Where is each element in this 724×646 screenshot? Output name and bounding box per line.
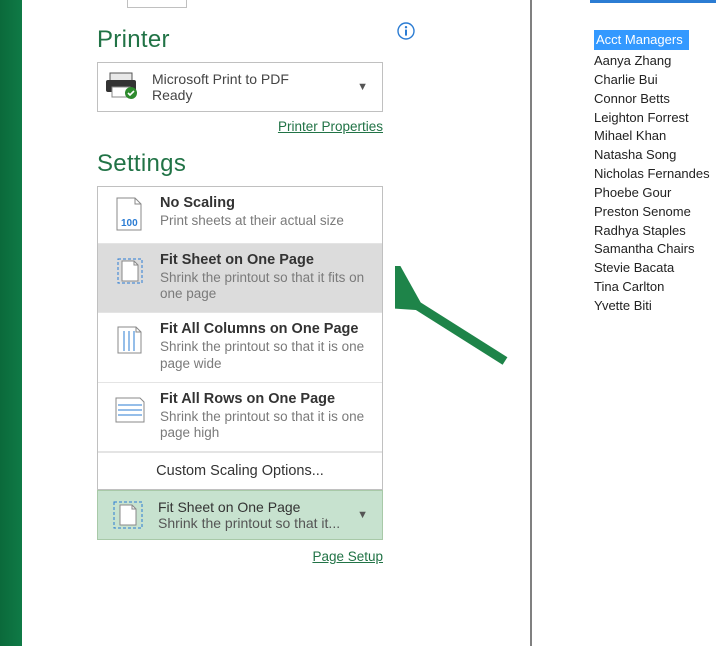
list-item: Yvette Biti [594, 297, 724, 316]
list-item: Preston Senome [594, 203, 724, 222]
info-icon[interactable] [397, 22, 415, 40]
name-list: Aanya ZhangCharlie BuiConnor BettsLeight… [594, 52, 724, 316]
printer-status: Ready [152, 87, 351, 103]
list-item: Leighton Forrest [594, 109, 724, 128]
printer-icon [106, 71, 142, 103]
scaling-option-fit-rows[interactable]: Fit All Rows on One Page Shrink the prin… [98, 383, 382, 452]
option-title: Fit All Columns on One Page [160, 321, 372, 337]
scaling-selected[interactable]: Fit Sheet on One Page Shrink the printou… [97, 490, 383, 540]
option-title: Fit Sheet on One Page [160, 252, 372, 268]
scaling-option-no-scaling[interactable]: 100 No Scaling Print sheets at their act… [98, 187, 382, 244]
scaling-dropdown-list: 100 No Scaling Print sheets at their act… [97, 186, 383, 490]
selected-title: Fit Sheet on One Page [158, 499, 340, 515]
printer-name-block: Microsoft Print to PDF Ready [152, 71, 351, 103]
page-100-icon: 100 [110, 195, 150, 233]
settings-section-title: Settings [97, 150, 530, 178]
print-panel: Printer Microsoft Print to PDF Ready ▼ P… [22, 0, 530, 646]
printer-section-title: Printer [97, 26, 530, 54]
list-item: Nicholas Fernandes [594, 165, 724, 184]
list-item: Tina Carlton [594, 278, 724, 297]
printer-properties-link[interactable]: Printer Properties [278, 119, 383, 134]
list-item: Natasha Song [594, 146, 724, 165]
selected-desc: Shrink the printout so that it... [158, 515, 340, 531]
list-item: Radhya Staples [594, 222, 724, 241]
fit-columns-icon [110, 321, 150, 359]
list-item: Stevie Bacata [594, 259, 724, 278]
list-item: Connor Betts [594, 90, 724, 109]
printer-name: Microsoft Print to PDF [152, 71, 351, 87]
scaling-option-fit-columns[interactable]: Fit All Columns on One Page Shrink the p… [98, 313, 382, 382]
option-title: No Scaling [160, 195, 344, 211]
custom-scaling-options[interactable]: Custom Scaling Options... [98, 452, 382, 489]
fit-rows-icon [110, 391, 150, 429]
list-item: Phoebe Gour [594, 184, 724, 203]
printer-selector[interactable]: Microsoft Print to PDF Ready ▼ [97, 62, 383, 112]
option-desc: Print sheets at their actual size [160, 213, 344, 229]
copies-field-fragment[interactable] [127, 0, 187, 8]
page-setup-link[interactable]: Page Setup [312, 549, 383, 564]
option-desc: Shrink the printout so that it is one pa… [160, 339, 372, 371]
list-item: Samantha Chairs [594, 240, 724, 259]
list-item: Charlie Bui [594, 71, 724, 90]
title-underline [590, 0, 716, 3]
nav-green-strip [0, 0, 22, 646]
fit-page-icon [110, 252, 150, 290]
option-desc: Shrink the printout so that it fits on o… [160, 270, 372, 302]
chevron-down-icon: ▼ [351, 509, 374, 521]
scaling-option-fit-sheet[interactable]: Fit Sheet on One Page Shrink the printou… [98, 244, 382, 313]
svg-text:100: 100 [121, 218, 138, 229]
chevron-down-icon: ▼ [351, 81, 374, 93]
column-header-selected: Acct Managers [594, 30, 689, 50]
option-desc: Shrink the printout so that it is one pa… [160, 409, 372, 441]
list-item: Mihael Khan [594, 127, 724, 146]
option-title: Fit All Rows on One Page [160, 391, 372, 407]
fit-page-icon [108, 498, 148, 532]
print-preview: Acct Managers Aanya ZhangCharlie BuiConn… [532, 0, 724, 646]
list-item: Aanya Zhang [594, 52, 724, 71]
